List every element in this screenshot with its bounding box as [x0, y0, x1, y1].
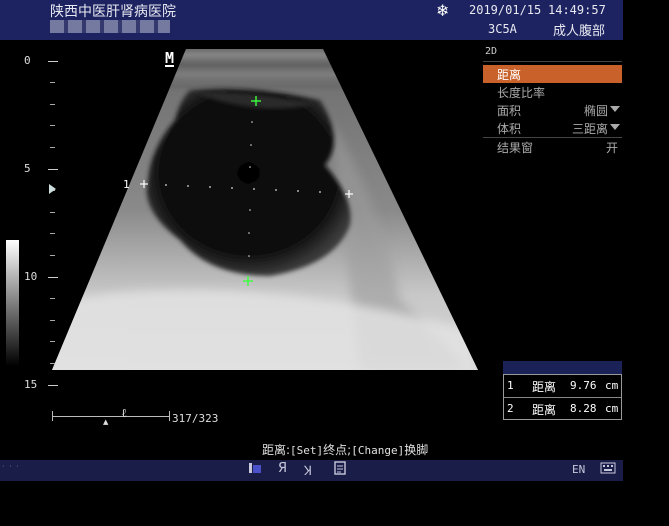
menu-item-result-window[interactable]: 结果窗 开	[483, 138, 622, 156]
result-name: 距离	[532, 403, 557, 417]
depth-tick	[50, 363, 55, 364]
exam-time: 14:49:57	[548, 3, 606, 17]
probe-model: 3C5A	[488, 22, 517, 36]
depth-tick	[50, 147, 55, 148]
depth-tick	[50, 104, 55, 105]
language-indicator[interactable]: EN	[572, 463, 585, 476]
depth-label-10: 10	[24, 270, 38, 283]
results-window: 1 距离 9.76 cm 2 距离 8.28 cm	[503, 374, 622, 420]
depth-label-0: 0	[24, 54, 31, 67]
menu-divider	[483, 61, 622, 62]
cine-position-arrow-icon[interactable]: ▲	[103, 418, 108, 426]
depth-tick	[48, 277, 58, 278]
hint-set-action: 终点;	[323, 443, 352, 457]
menu-item-value: 椭圆	[583, 104, 608, 118]
depth-label-15: 15	[24, 378, 38, 391]
depth-tick	[48, 385, 58, 386]
depth-tick	[50, 298, 55, 299]
hint-change-action: 换脚	[404, 443, 429, 457]
depth-tick	[50, 212, 55, 213]
depth-label-5: 5	[24, 162, 31, 175]
result-unit: cm	[605, 379, 619, 392]
menu-item-volume[interactable]: 体积 三距离	[483, 119, 622, 137]
result-value: 8.28	[570, 402, 597, 415]
snowflake-icon[interactable]: ❄	[436, 1, 449, 20]
depth-tick	[50, 255, 55, 256]
report-icon[interactable]	[334, 461, 346, 479]
scale-tick	[169, 411, 170, 421]
cine-scale-bar[interactable]	[52, 416, 170, 417]
result-unit: cm	[605, 402, 619, 415]
imaging-mode-label: 2D	[485, 46, 498, 57]
operation-hint: 距离:[Set]终点;[Change]换脚	[262, 441, 428, 458]
result-value: 9.76	[570, 379, 597, 392]
result-row: 2 距离 8.28 cm	[504, 399, 621, 419]
ultrasound-image[interactable]	[0, 40, 480, 410]
measurement-index-label: 1	[123, 178, 130, 191]
sector-scan	[52, 49, 478, 370]
results-header	[503, 361, 622, 375]
depth-tick	[48, 169, 58, 170]
exam-preset[interactable]: 成人腹部	[553, 20, 605, 39]
frame-counter: 317/323	[172, 412, 219, 425]
menu-item-area[interactable]: 面积 椭圆	[483, 101, 622, 119]
menu-item-label: 距离	[497, 68, 522, 82]
keyboard-icon[interactable]	[600, 461, 616, 479]
result-row: 1 距离 9.76 cm	[504, 376, 621, 396]
menu-item-label: 面积	[497, 104, 522, 118]
chevron-down-icon[interactable]	[610, 106, 620, 112]
menu-item-label: 长度比率	[497, 86, 546, 100]
exam-date: 2019/01/15	[469, 3, 542, 17]
menu-item-distance[interactable]: 距离	[483, 65, 622, 83]
result-index: 2	[507, 402, 514, 415]
depth-tick	[50, 341, 55, 342]
menu-item-value: 开	[605, 141, 618, 155]
depth-tick	[50, 320, 55, 321]
depth-tick	[50, 233, 55, 234]
result-index: 1	[507, 379, 514, 392]
mode-m-label: M	[165, 49, 175, 67]
reverse-r-icon[interactable]: Я	[278, 461, 287, 476]
results-divider	[504, 397, 621, 398]
cine-cursor-icon: ℓ	[121, 406, 127, 420]
status-dots-icon: · · ·	[2, 462, 20, 471]
probe-icon[interactable]	[248, 461, 262, 479]
depth-tick	[48, 61, 58, 62]
grayscale-bar	[6, 240, 19, 366]
patient-id-redacted	[50, 20, 170, 33]
hospital-name: 陕西中医肝肾病医院	[50, 4, 176, 20]
menu-item-label: 体积	[497, 122, 522, 136]
menu-item-length-ratio[interactable]: 长度比率	[483, 83, 622, 101]
depth-tick	[50, 125, 55, 126]
menu-item-value: 三距离	[571, 122, 608, 136]
hint-change-key: [Change]	[351, 444, 405, 457]
depth-tick	[50, 82, 55, 83]
hint-prefix: 距离:	[262, 443, 291, 457]
chevron-down-icon[interactable]	[610, 124, 620, 130]
focus-marker-icon[interactable]	[49, 184, 56, 194]
menu-item-label: 结果窗	[497, 141, 534, 155]
result-name: 距离	[532, 380, 557, 394]
reverse-k-icon[interactable]: Ʞ	[304, 461, 312, 479]
hint-set-key: [Set]	[290, 444, 324, 457]
